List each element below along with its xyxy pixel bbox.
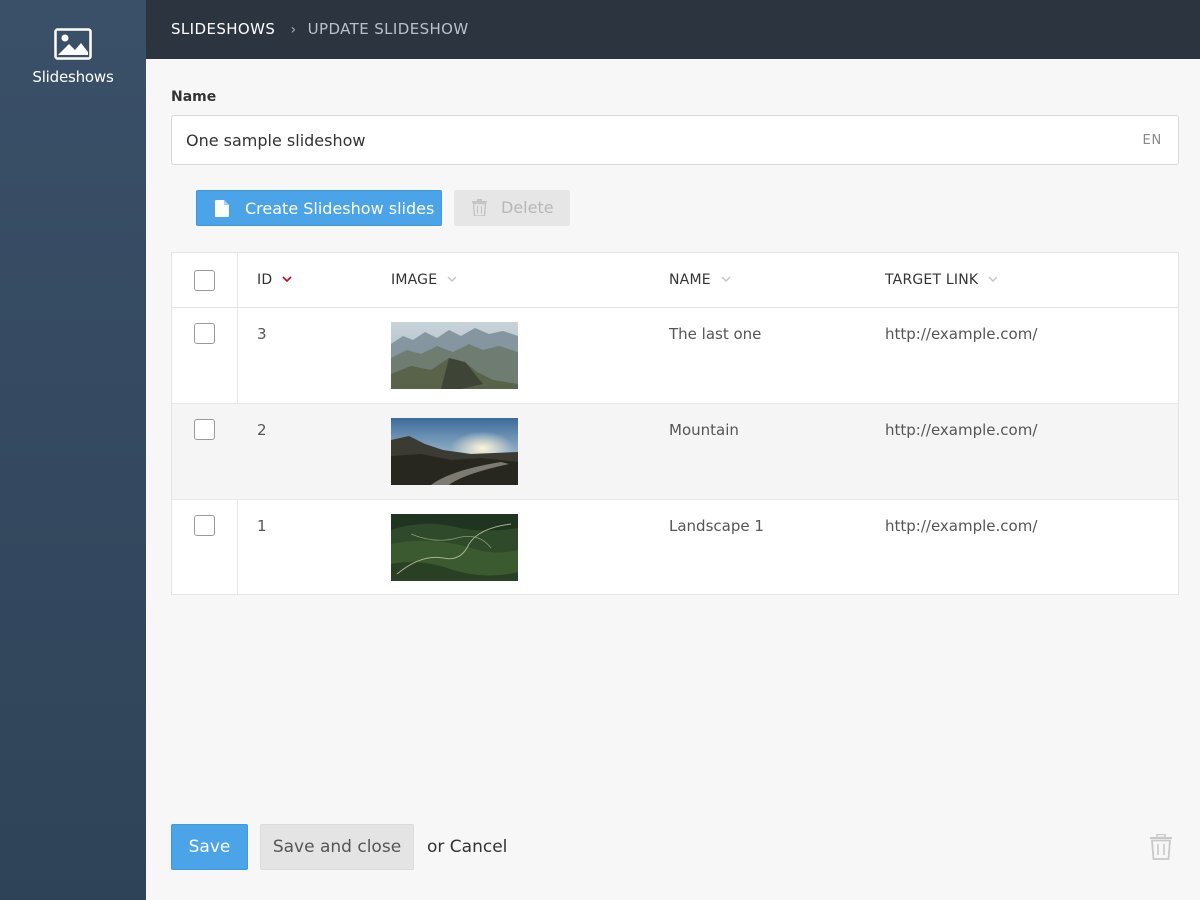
delete-button-label: Delete — [501, 198, 554, 217]
column-header-label: IMAGE — [391, 272, 438, 288]
mountain-sunset-road-thumbnail — [391, 418, 518, 485]
row-id: 3 — [257, 325, 267, 343]
language-tag[interactable]: EN — [1142, 133, 1162, 148]
document-icon — [215, 200, 229, 217]
breadcrumb-current: UPDATE SLIDESHOW — [307, 20, 469, 38]
green-landscape-thumbnail — [391, 514, 518, 581]
sidebar: Slideshows — [0, 0, 146, 900]
table-row[interactable]: 3 The last one http://example.com/ — [172, 308, 1178, 404]
column-header-label: ID — [257, 272, 273, 288]
column-header-label: TARGET LINK — [885, 272, 979, 288]
row-name: Mountain — [669, 421, 739, 439]
column-header-image[interactable]: IMAGE — [391, 272, 457, 288]
sidebar-item-label: Slideshows — [32, 68, 114, 86]
create-slideshow-slides-button[interactable]: Create Slideshow slides — [196, 190, 442, 226]
cancel-link[interactable]: Cancel — [450, 837, 508, 857]
row-checkbox[interactable] — [194, 419, 215, 440]
row-name: The last one — [669, 325, 762, 343]
sidebar-item-slideshows[interactable]: Slideshows — [0, 28, 146, 86]
table-row[interactable]: 2 Mountain http://example.com/ — [172, 404, 1178, 500]
row-id: 2 — [257, 421, 267, 439]
sort-desc-icon — [282, 276, 292, 282]
column-header-id[interactable]: ID — [257, 272, 292, 288]
or-text: or — [427, 837, 445, 857]
trash-icon — [472, 199, 487, 216]
trash-icon[interactable] — [1149, 834, 1173, 860]
top-bar: SLIDESHOWS › UPDATE SLIDESHOW — [146, 0, 1200, 59]
row-name: Landscape 1 — [669, 517, 764, 535]
table-header-row: ID IMAGE NAME TARGET LINK — [172, 253, 1178, 308]
chevron-down-icon — [447, 276, 457, 282]
column-header-label: NAME — [669, 272, 711, 288]
name-label: Name — [171, 89, 217, 105]
row-checkbox[interactable] — [194, 515, 215, 536]
slides-table: ID IMAGE NAME TARGET LINK 3 The last one… — [171, 252, 1179, 595]
row-target-link[interactable]: http://example.com/ — [885, 421, 1037, 439]
cancel-group: or Cancel — [427, 837, 507, 857]
column-header-target-link[interactable]: TARGET LINK — [885, 272, 998, 288]
delete-button[interactable]: Delete — [454, 190, 570, 226]
mountain-ridge-thumbnail — [391, 322, 518, 389]
image-icon — [54, 28, 92, 60]
name-input[interactable] — [186, 116, 1086, 164]
chevron-down-icon — [721, 276, 731, 282]
select-all-checkbox[interactable] — [194, 270, 215, 291]
breadcrumb: SLIDESHOWS › UPDATE SLIDESHOW — [171, 20, 469, 38]
row-target-link[interactable]: http://example.com/ — [885, 517, 1037, 535]
column-header-name[interactable]: NAME — [669, 272, 731, 288]
save-and-close-button[interactable]: Save and close — [260, 824, 414, 870]
breadcrumb-slideshows-link[interactable]: SLIDESHOWS — [171, 20, 275, 38]
row-target-link[interactable]: http://example.com/ — [885, 325, 1037, 343]
create-button-label: Create Slideshow slides — [245, 199, 435, 218]
row-id: 1 — [257, 517, 267, 535]
chevron-down-icon — [988, 276, 998, 282]
row-checkbox[interactable] — [194, 323, 215, 344]
chevron-right-icon: › — [290, 22, 297, 38]
name-field-wrapper: EN — [171, 115, 1179, 165]
table-row[interactable]: 1 Landscape 1 http://example.com/ — [172, 500, 1178, 594]
save-button[interactable]: Save — [171, 824, 248, 870]
